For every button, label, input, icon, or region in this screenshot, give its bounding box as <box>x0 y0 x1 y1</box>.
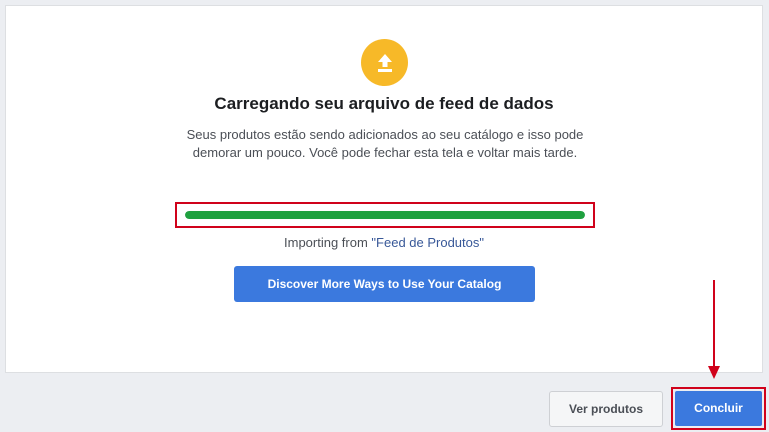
feed-upload-dialog: Carregando seu arquivo de feed de dados … <box>5 5 763 373</box>
import-source-line: Importing from "Feed de Produtos" <box>6 235 762 250</box>
progress-highlight-box <box>175 202 595 228</box>
feed-source-link[interactable]: "Feed de Produtos" <box>371 235 484 250</box>
upload-arrow-glyph <box>377 53 392 72</box>
done-button[interactable]: Concluir <box>675 391 762 426</box>
import-prefix: Importing from <box>284 235 372 250</box>
progress-bar <box>185 211 585 219</box>
view-products-button[interactable]: Ver produtos <box>549 391 663 427</box>
dialog-description: Seus produtos estão sendo adicionados ao… <box>186 127 584 160</box>
progress-fill <box>185 211 585 219</box>
upload-icon <box>361 39 408 86</box>
dialog-title: Carregando seu arquivo de feed de dados <box>214 94 554 113</box>
annotation-arrow-icon <box>708 280 720 379</box>
discover-catalog-button[interactable]: Discover More Ways to Use Your Catalog <box>234 266 535 302</box>
